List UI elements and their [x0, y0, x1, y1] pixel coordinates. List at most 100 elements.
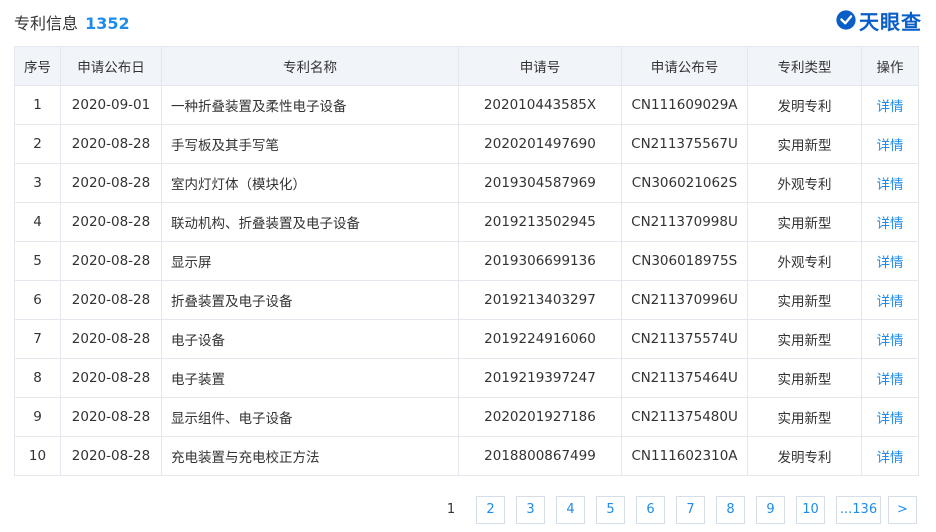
- patent-type: 发明专利: [747, 436, 862, 476]
- patent-type: 外观专利: [747, 241, 862, 281]
- patent-name: 室内灯灯体（模块化）: [161, 163, 459, 203]
- patent-name: 折叠装置及电子设备: [161, 280, 459, 320]
- table-row: 3 2020-08-28 室内灯灯体（模块化） 2019304587969 CN3060…: [14, 163, 919, 203]
- row-number: 1: [14, 85, 61, 125]
- patent-name: 联动机构、折叠装置及电子设备: [161, 202, 459, 242]
- application-number: 2020201497690: [458, 124, 622, 164]
- logo-text: 天眼查: [859, 9, 922, 34]
- table-row: 2 2020-08-28 手写板及其手写笔 2020201497690 CN211375…: [14, 124, 919, 164]
- page-button[interactable]: 7: [676, 496, 705, 524]
- table-row: 9 2020-08-28 显示组件、电子设备 2020201927186 CN21137…: [14, 397, 919, 437]
- row-number: 7: [14, 319, 61, 359]
- action-cell: 详情: [861, 163, 919, 203]
- detail-link[interactable]: 详情: [877, 138, 904, 154]
- patent-type: 实用新型: [747, 280, 862, 320]
- column-header: 申请公布日: [60, 46, 162, 86]
- patent-type: 实用新型: [747, 358, 862, 398]
- publication-number: CN211370998U: [621, 202, 748, 242]
- page-button[interactable]: 6: [636, 496, 665, 524]
- page-button[interactable]: 4: [556, 496, 585, 524]
- patent-type: 实用新型: [747, 124, 862, 164]
- page-button[interactable]: 2: [476, 496, 505, 524]
- detail-link[interactable]: 详情: [877, 333, 904, 349]
- detail-link[interactable]: 详情: [877, 216, 904, 232]
- detail-link[interactable]: 详情: [877, 99, 904, 115]
- next-page-button[interactable]: >: [888, 496, 917, 524]
- action-cell: 详情: [861, 85, 919, 125]
- row-number: 8: [14, 358, 61, 398]
- publish-date: 2020-08-28: [60, 241, 162, 281]
- publication-number: CN211375480U: [621, 397, 748, 437]
- patent-name: 显示屏: [161, 241, 459, 281]
- page-current: 1: [446, 502, 456, 517]
- action-cell: 详情: [861, 241, 919, 281]
- page-button[interactable]: 3: [516, 496, 545, 524]
- publish-date: 2020-08-28: [60, 358, 162, 398]
- table-header-row: 序号 申请公布日 专利名称 申请号 申请公布号 专利类型 操作: [14, 46, 919, 86]
- page-button[interactable]: 8: [716, 496, 745, 524]
- application-number: 2019224916060: [458, 319, 622, 359]
- row-number: 3: [14, 163, 61, 203]
- page-button[interactable]: 9: [756, 496, 785, 524]
- publication-number: CN211375567U: [621, 124, 748, 164]
- publish-date: 2020-08-28: [60, 319, 162, 359]
- action-cell: 详情: [861, 202, 919, 242]
- page-button[interactable]: 10: [796, 496, 825, 524]
- detail-link[interactable]: 详情: [877, 372, 904, 388]
- application-number: 2019304587969: [458, 163, 622, 203]
- action-cell: 详情: [861, 358, 919, 398]
- table-row: 4 2020-08-28 联动机构、折叠装置及电子设备 2019213502945 CN…: [14, 202, 919, 242]
- column-header: 操作: [861, 46, 919, 86]
- detail-link[interactable]: 详情: [877, 177, 904, 193]
- pagination: 1 2 3 4 5 6 7 8 9 10 ...136 >: [0, 496, 936, 524]
- publication-number: CN111609029A: [621, 85, 748, 125]
- page-button[interactable]: ...136: [836, 496, 881, 524]
- table-body: 1 2020-09-01 一种折叠装置及柔性电子设备 202010443585X CN1…: [14, 85, 919, 476]
- row-number: 10: [14, 436, 61, 476]
- application-number: 2020201927186: [458, 397, 622, 437]
- patent-name: 充电装置与充电校正方法: [161, 436, 459, 476]
- section-title: 专利信息 1352: [14, 10, 130, 34]
- publication-number: CN211375574U: [621, 319, 748, 359]
- patent-name: 电子设备: [161, 319, 459, 359]
- patent-type: 实用新型: [747, 319, 862, 359]
- application-number: 202010443585X: [458, 85, 622, 125]
- publish-date: 2020-08-28: [60, 436, 162, 476]
- tianyancha-logo-icon: [836, 10, 856, 30]
- column-header: 专利类型: [747, 46, 862, 86]
- detail-link[interactable]: 详情: [877, 255, 904, 271]
- row-number: 9: [14, 397, 61, 437]
- action-cell: 详情: [861, 319, 919, 359]
- column-header: 申请公布号: [621, 46, 748, 86]
- application-number: 2019306699136: [458, 241, 622, 281]
- application-number: 2019213403297: [458, 280, 622, 320]
- column-header: 申请号: [458, 46, 622, 86]
- publish-date: 2020-08-28: [60, 124, 162, 164]
- publication-number: CN306021062S: [621, 163, 748, 203]
- detail-link[interactable]: 详情: [877, 411, 904, 427]
- patent-name: 显示组件、电子设备: [161, 397, 459, 437]
- table-row: 8 2020-08-28 电子装置 2019219397247 CN211375464U…: [14, 358, 919, 398]
- publish-date: 2020-09-01: [60, 85, 162, 125]
- detail-link[interactable]: 详情: [877, 450, 904, 466]
- application-number: 2019213502945: [458, 202, 622, 242]
- patent-name: 手写板及其手写笔: [161, 124, 459, 164]
- table-row: 7 2020-08-28 电子设备 2019224916060 CN211375574U…: [14, 319, 919, 359]
- tianyancha-logo: 天眼查: [835, 8, 922, 34]
- table-row: 1 2020-09-01 一种折叠装置及柔性电子设备 202010443585X CN1…: [14, 85, 919, 125]
- application-number: 2019219397247: [458, 358, 622, 398]
- patent-type: 实用新型: [747, 397, 862, 437]
- page-button[interactable]: 5: [596, 496, 625, 524]
- detail-link[interactable]: 详情: [877, 294, 904, 310]
- application-number: 2018800867499: [458, 436, 622, 476]
- publish-date: 2020-08-28: [60, 163, 162, 203]
- column-header: 序号: [14, 46, 61, 86]
- table-row: 5 2020-08-28 显示屏 2019306699136 CN306018975S 外…: [14, 241, 919, 281]
- table-row: 10 2020-08-28 充电装置与充电校正方法 2018800867499 CN11…: [14, 436, 919, 476]
- publish-date: 2020-08-28: [60, 397, 162, 437]
- patent-count: 1352: [85, 14, 130, 33]
- section-header: 专利信息 1352 天眼查: [14, 8, 922, 34]
- row-number: 6: [14, 280, 61, 320]
- publication-number: CN211370996U: [621, 280, 748, 320]
- row-number: 4: [14, 202, 61, 242]
